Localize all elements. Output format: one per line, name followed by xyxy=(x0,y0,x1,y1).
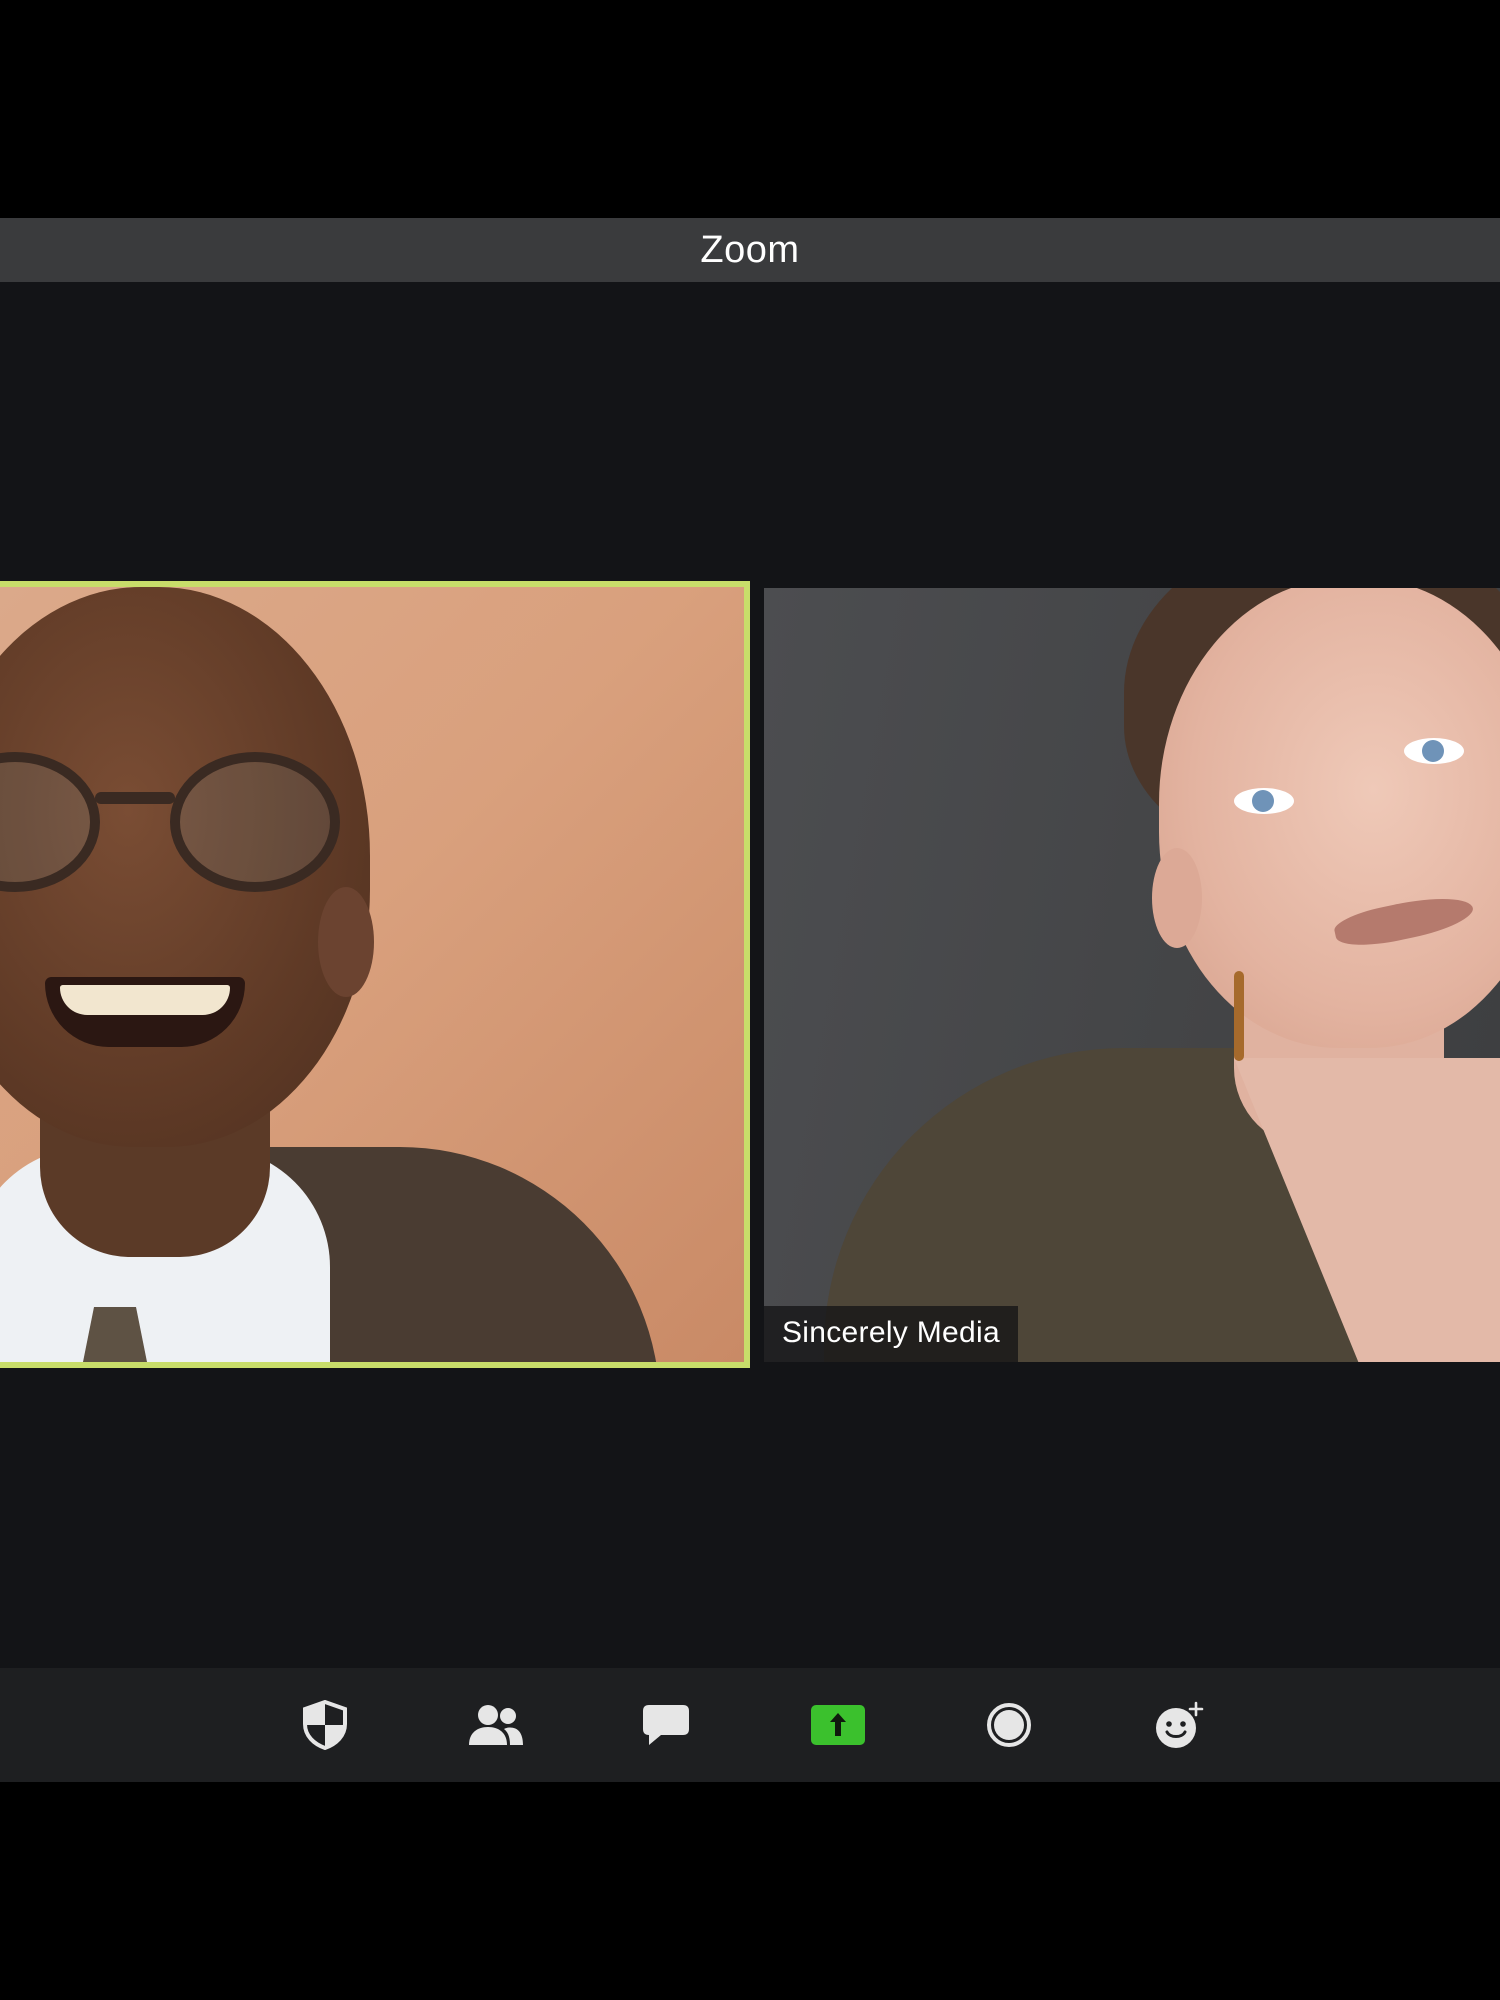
participant-tile-active-speaker[interactable] xyxy=(0,581,750,1368)
participant-tile[interactable]: Sincerely Media xyxy=(764,588,1500,1362)
share-screen-button[interactable] xyxy=(788,1668,888,1782)
zoom-screen: Zoom Sincerely Media xyxy=(0,0,1500,2000)
reactions-icon xyxy=(1155,1701,1205,1749)
record-icon xyxy=(986,1702,1032,1748)
video-stage: Sincerely Media xyxy=(0,282,1500,1668)
window-titlebar: Zoom xyxy=(0,218,1500,282)
security-button[interactable] xyxy=(275,1668,375,1782)
chat-icon xyxy=(641,1703,691,1747)
share-screen-icon xyxy=(811,1705,865,1745)
security-shield-icon xyxy=(302,1700,348,1750)
chat-button[interactable] xyxy=(616,1668,716,1782)
meeting-toolbar xyxy=(0,1668,1500,1782)
reactions-button[interactable] xyxy=(1130,1668,1230,1782)
participant-name-label: Sincerely Media xyxy=(764,1306,1018,1362)
record-button[interactable] xyxy=(959,1668,1059,1782)
participants-button[interactable] xyxy=(446,1668,546,1782)
window-title: Zoom xyxy=(700,228,800,271)
participants-icon xyxy=(468,1704,524,1746)
